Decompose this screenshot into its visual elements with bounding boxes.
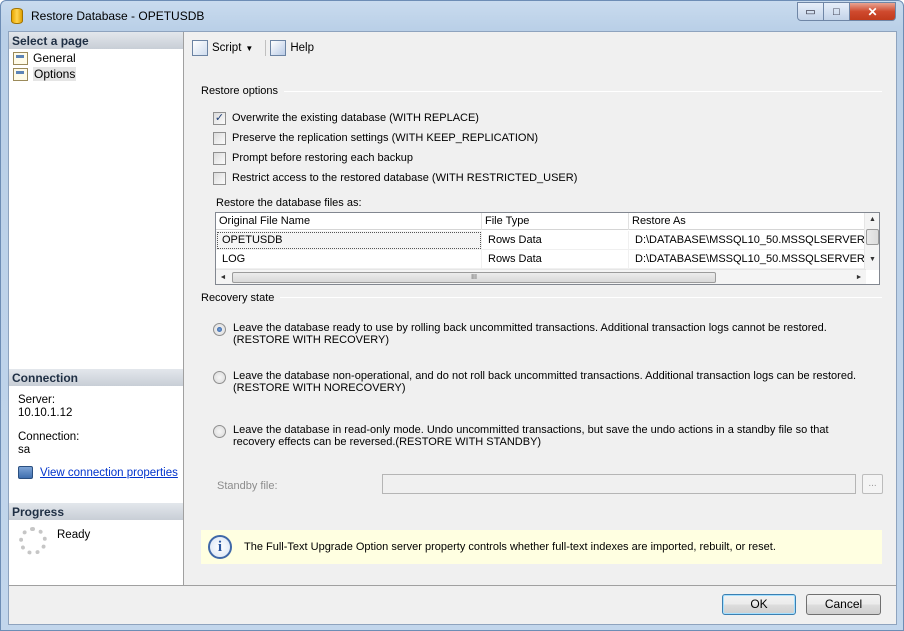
table-row[interactable]: LOG Rows Data D:\DATABASE\MSSQL10_50.MSS… xyxy=(216,250,866,269)
recovery-state-divider xyxy=(201,297,882,298)
close-icon: ✕ xyxy=(867,4,878,19)
grip-icon: III xyxy=(471,274,477,281)
prompt-checkbox[interactable] xyxy=(213,151,226,165)
restore-options-divider xyxy=(201,91,882,92)
minimize-button[interactable]: ▭ xyxy=(797,2,824,21)
connection-value: sa xyxy=(18,444,31,456)
maximize-button[interactable]: □ xyxy=(824,2,850,21)
minimize-icon: ▭ xyxy=(805,6,816,18)
cell-file-type[interactable]: Rows Data xyxy=(482,250,629,269)
options-page: Script ▼ Help Restore options ✓ Overwrit… xyxy=(184,32,896,585)
restore-files-grid[interactable]: Original File Name File Type Restore As … xyxy=(215,212,880,285)
restore-database-window: Restore Database - OPETUSDB ▭ □ ✕ Select… xyxy=(0,0,904,631)
server-value: 10.10.1.12 xyxy=(18,407,73,419)
view-connection-properties-link[interactable]: View connection properties xyxy=(40,467,178,479)
standby-file-label: Standby file: xyxy=(217,480,278,492)
restore-options-title: Restore options xyxy=(201,85,285,97)
cell-original-file-name[interactable]: LOG xyxy=(216,250,482,269)
prompt-checkbox-label: Prompt before restoring each backup xyxy=(232,152,413,164)
column-header-file-type[interactable]: File Type xyxy=(482,213,629,230)
dialog-client-area: Select a page General Options Connection… xyxy=(8,31,897,625)
script-label: Script xyxy=(212,42,242,54)
restricted-user-checkbox-label: Restrict access to the restored database… xyxy=(232,172,578,184)
info-icon: i xyxy=(208,535,232,559)
info-bar: i The Full-Text Upgrade Option server pr… xyxy=(201,530,882,564)
scroll-up-icon[interactable]: ▲ xyxy=(865,213,879,227)
standby-option-row[interactable]: Leave the database in read-only mode. Un… xyxy=(213,424,865,448)
cell-restore-as[interactable]: D:\DATABASE\MSSQL10_50.MSSQLSERVER\ xyxy=(629,231,866,250)
overwrite-checkbox[interactable]: ✓ xyxy=(213,111,226,125)
cell-file-type[interactable]: Rows Data xyxy=(482,231,629,250)
page-item-label: Options xyxy=(33,67,77,81)
check-icon: ✓ xyxy=(214,111,225,124)
overwrite-checkbox-label: Overwrite the existing database (WITH RE… xyxy=(232,112,479,124)
grid-horizontal-scrollbar[interactable]: ◄ III ► xyxy=(216,269,866,284)
progress-header: Progress xyxy=(9,503,183,520)
scroll-right-icon[interactable]: ► xyxy=(852,270,866,284)
standby-file-input[interactable] xyxy=(382,474,856,494)
script-icon xyxy=(192,40,208,56)
toolbar: Script ▼ Help xyxy=(184,32,896,64)
dropdown-arrow-icon[interactable]: ▼ xyxy=(245,44,253,53)
window-controls: ▭ □ ✕ xyxy=(797,2,896,21)
left-pane: Select a page General Options Connection… xyxy=(9,32,184,585)
ok-button[interactable]: OK xyxy=(722,594,796,615)
dialog-footer: OK Cancel xyxy=(9,585,896,624)
with-recovery-label: Leave the database ready to use by rolli… xyxy=(233,322,827,346)
restore-files-label: Restore the database files as: xyxy=(216,197,362,209)
connection-properties-icon xyxy=(18,466,33,479)
norecovery-option-row[interactable]: Leave the database non-operational, and … xyxy=(213,370,865,394)
with-norecovery-label: Leave the database non-operational, and … xyxy=(233,370,857,394)
page-settings-icon xyxy=(13,51,28,65)
cell-restore-as[interactable]: D:\DATABASE\MSSQL10_50.MSSQLSERVER\ xyxy=(629,250,866,269)
progress-spinner-icon xyxy=(19,527,47,555)
with-standby-label: Leave the database in read-only mode. Un… xyxy=(233,424,829,448)
connection-header: Connection xyxy=(9,369,183,386)
select-page-header: Select a page xyxy=(9,32,183,49)
page-item-label: General xyxy=(33,51,76,65)
column-header-original-file-name[interactable]: Original File Name xyxy=(216,213,482,230)
column-header-restore-as[interactable]: Restore As xyxy=(629,213,866,230)
database-icon xyxy=(11,8,23,24)
grid-header: Original File Name File Type Restore As xyxy=(216,213,866,230)
horizontal-scroll-thumb[interactable]: III xyxy=(232,272,716,283)
keep-replication-checkbox-label: Preserve the replication settings (WITH … xyxy=(232,132,539,144)
progress-status: Ready xyxy=(57,529,91,541)
recovery-option-row[interactable]: Leave the database ready to use by rolli… xyxy=(213,322,865,346)
script-button[interactable]: Script ▼ xyxy=(192,40,257,56)
keep-replication-checkbox[interactable] xyxy=(213,131,226,145)
restricted-user-checkbox-row[interactable]: Restrict access to the restored database… xyxy=(213,170,577,186)
window-title: Restore Database - OPETUSDB xyxy=(31,9,205,23)
table-row[interactable]: OPETUSDB Rows Data D:\DATABASE\MSSQL10_5… xyxy=(216,231,866,250)
scroll-left-icon[interactable]: ◄ xyxy=(216,270,230,284)
help-button[interactable]: Help xyxy=(270,40,314,56)
help-icon xyxy=(270,40,287,56)
help-label: Help xyxy=(290,42,314,54)
maximize-icon: □ xyxy=(833,5,840,18)
restricted-user-checkbox[interactable] xyxy=(213,171,226,185)
recovery-state-title: Recovery state xyxy=(201,292,281,304)
view-connection-properties[interactable]: View connection properties xyxy=(18,466,178,479)
page-settings-icon xyxy=(13,67,28,81)
keep-replication-checkbox-row[interactable]: Preserve the replication settings (WITH … xyxy=(213,130,538,146)
grid-vertical-scrollbar[interactable]: ▲ ▼ xyxy=(864,213,879,270)
title-bar: Restore Database - OPETUSDB ▭ □ ✕ xyxy=(1,1,903,31)
with-norecovery-radio[interactable] xyxy=(213,371,226,384)
connection-label: Connection: xyxy=(18,431,80,443)
prompt-checkbox-row[interactable]: Prompt before restoring each backup xyxy=(213,150,413,166)
scroll-down-icon[interactable]: ▼ xyxy=(865,253,879,267)
close-button[interactable]: ✕ xyxy=(850,2,896,21)
toolbar-separator xyxy=(265,40,267,56)
server-label: Server: xyxy=(18,394,56,406)
browse-standby-button[interactable]: ... xyxy=(862,474,883,494)
cell-original-file-name[interactable]: OPETUSDB xyxy=(216,231,482,250)
vertical-scroll-thumb[interactable] xyxy=(866,229,879,245)
with-standby-radio[interactable] xyxy=(213,425,226,438)
page-item-general[interactable]: General xyxy=(13,50,76,66)
overwrite-checkbox-row[interactable]: ✓ Overwrite the existing database (WITH … xyxy=(213,110,479,126)
info-text: The Full-Text Upgrade Option server prop… xyxy=(244,541,776,553)
with-recovery-radio[interactable] xyxy=(213,323,226,336)
cancel-button[interactable]: Cancel xyxy=(806,594,881,615)
page-item-options[interactable]: Options xyxy=(13,66,77,82)
